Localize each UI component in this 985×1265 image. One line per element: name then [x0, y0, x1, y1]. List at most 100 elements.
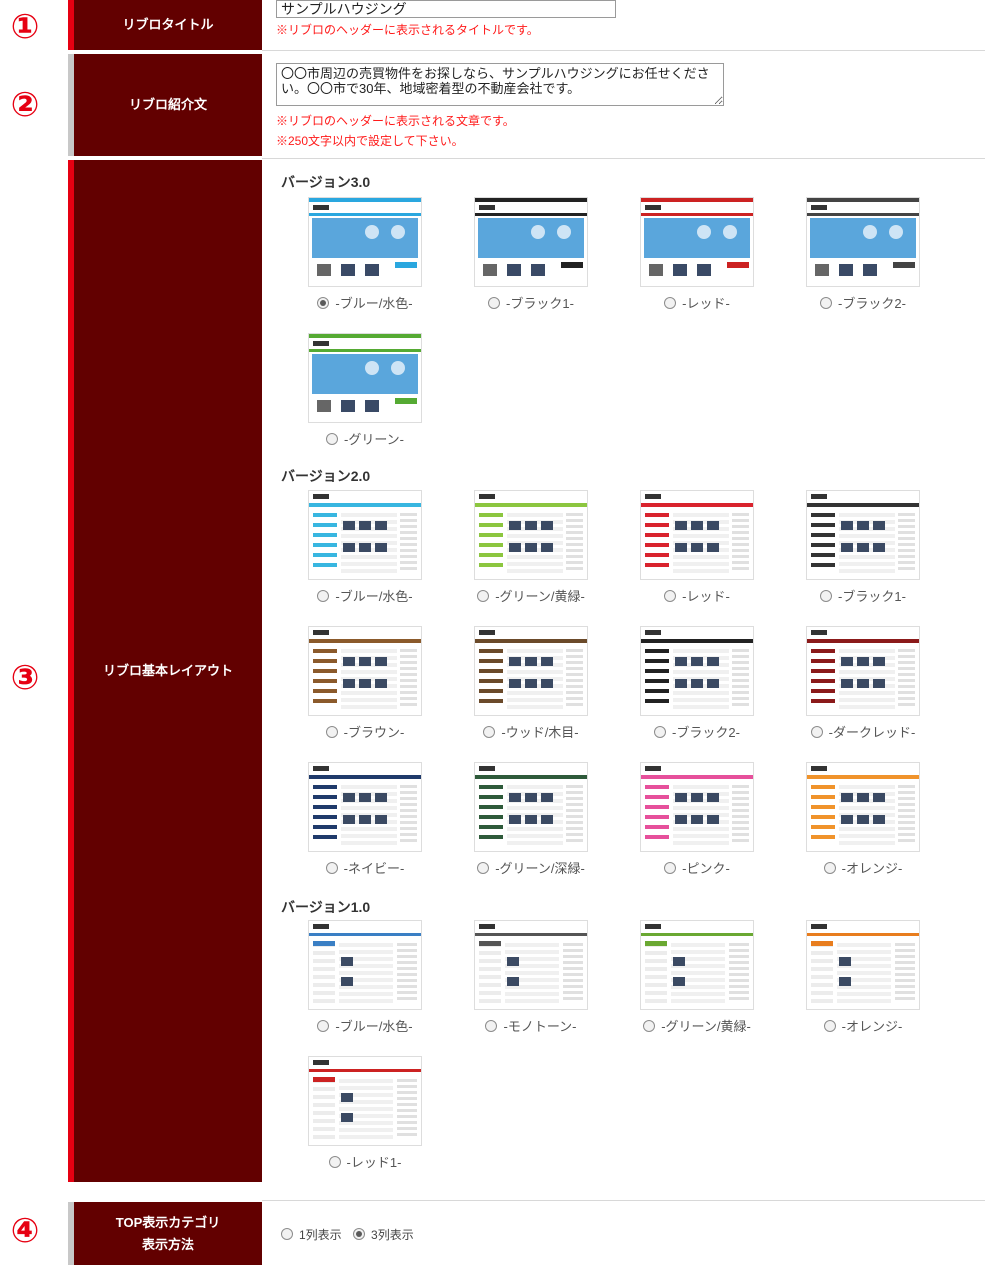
layout-option[interactable]: -ウッド/木目-	[456, 626, 606, 741]
layout-thumbnail[interactable]	[640, 920, 754, 1010]
row-number-1: ①	[10, 7, 40, 47]
layout-thumbnail[interactable]	[308, 197, 422, 287]
top-display-option-1[interactable]: 1列表示	[281, 1228, 345, 1242]
layout-option-label[interactable]: -ブラック2-	[788, 293, 938, 312]
layout-thumbnail[interactable]	[308, 626, 422, 716]
radio-icon[interactable]	[483, 726, 496, 738]
layout-thumbnail[interactable]	[806, 920, 920, 1010]
layout-option-label[interactable]: -ブラック1-	[788, 586, 938, 605]
layout-option[interactable]: -ブラック1-	[456, 197, 606, 312]
layout-option-label[interactable]: -ネイビー-	[290, 858, 440, 877]
layout-option[interactable]: -オレンジ-	[788, 920, 938, 1035]
layout-option-label[interactable]: -レッド1-	[290, 1152, 440, 1171]
radio-icon[interactable]	[485, 1020, 498, 1032]
layout-thumbnail[interactable]	[640, 762, 754, 852]
layout-option[interactable]: -レッド-	[622, 197, 772, 312]
layout-option-label[interactable]: -レッド-	[622, 586, 772, 605]
layout-option-label[interactable]: -グリーン/深緑-	[456, 858, 606, 877]
radio-icon[interactable]	[281, 1228, 293, 1240]
layout-option[interactable]: -ブラウン-	[290, 626, 440, 741]
layout-option-label[interactable]: -ブラック1-	[456, 293, 606, 312]
layout-thumbnail[interactable]	[474, 626, 588, 716]
radio-icon[interactable]	[823, 1020, 836, 1032]
layout-thumbnail[interactable]	[474, 762, 588, 852]
layout-option-label[interactable]: -レッド-	[622, 293, 772, 312]
layout-option[interactable]: -ブルー/水色-	[290, 197, 440, 312]
radio-icon[interactable]	[664, 590, 677, 602]
radio-icon[interactable]	[325, 862, 338, 874]
layout-thumbnail[interactable]	[640, 626, 754, 716]
layout-option-label[interactable]: -ブルー/水色-	[290, 293, 440, 312]
layout-thumbnail[interactable]	[474, 920, 588, 1010]
layout-thumbnail[interactable]	[806, 197, 920, 287]
radio-icon[interactable]	[664, 297, 677, 309]
layout-thumbnail[interactable]	[640, 197, 754, 287]
radio-icon[interactable]	[820, 297, 833, 309]
layout-option[interactable]: -ブラック1-	[788, 490, 938, 605]
layout-thumbnail[interactable]	[308, 490, 422, 580]
radio-icon[interactable]	[317, 590, 330, 602]
radio-icon[interactable]	[654, 726, 667, 738]
layout-option-label[interactable]: -ブラック2-	[622, 722, 772, 741]
layout-option[interactable]: -グリーン/深緑-	[456, 762, 606, 877]
radio-icon[interactable]	[477, 590, 490, 602]
layout-option[interactable]: -ブルー/水色-	[290, 490, 440, 605]
layout-option-text: -ウッド/木目-	[501, 725, 579, 740]
top-display-option-label: 1列表示	[299, 1228, 342, 1242]
layout-option[interactable]: -ブラック2-	[622, 626, 772, 741]
radio-icon[interactable]	[353, 1228, 366, 1240]
radio-icon[interactable]	[820, 590, 833, 602]
layout-option-label[interactable]: -オレンジ-	[788, 858, 938, 877]
layout-option-label[interactable]: -オレンジ-	[788, 1016, 938, 1035]
layout-option[interactable]: -ピンク-	[622, 762, 772, 877]
radio-icon[interactable]	[664, 862, 677, 874]
layout-thumbnail[interactable]	[308, 1056, 422, 1146]
layout-option[interactable]: -ブラック2-	[788, 197, 938, 312]
libro-intro-note-2: ※250文字以内で設定して下さい。	[276, 134, 464, 148]
layout-option-label[interactable]: -ブルー/水色-	[290, 1016, 440, 1035]
layout-option[interactable]: -オレンジ-	[788, 762, 938, 877]
label-libro-layout: リブロ基本レイアウト	[68, 160, 262, 1182]
layout-option-label[interactable]: -モノトーン-	[456, 1016, 606, 1035]
layout-thumbnail[interactable]	[474, 197, 588, 287]
layout-option-label[interactable]: -ブラウン-	[290, 722, 440, 741]
libro-title-input[interactable]	[276, 0, 616, 18]
layout-thumbnail[interactable]	[308, 920, 422, 1010]
layout-option[interactable]: -レッド-	[622, 490, 772, 605]
layout-option[interactable]: -レッド1-	[290, 1056, 440, 1171]
layout-option-label[interactable]: -ウッド/木目-	[456, 722, 606, 741]
layout-option[interactable]: -グリーン-	[290, 333, 440, 448]
layout-option-label[interactable]: -グリーン-	[290, 429, 440, 448]
radio-icon[interactable]	[810, 726, 823, 738]
radio-icon[interactable]	[823, 862, 836, 874]
radio-icon[interactable]	[643, 1020, 656, 1032]
layout-thumbnail[interactable]	[806, 490, 920, 580]
layout-thumbnail[interactable]	[474, 490, 588, 580]
layout-option-label[interactable]: -ダークレッド-	[788, 722, 938, 741]
top-display-option-3[interactable]: 3列表示	[353, 1228, 414, 1242]
radio-icon[interactable]	[488, 297, 501, 309]
layout-option[interactable]: -ネイビー-	[290, 762, 440, 877]
radio-icon[interactable]	[325, 433, 338, 445]
layout-option[interactable]: -ダークレッド-	[788, 626, 938, 741]
layout-option[interactable]: -グリーン/黄緑-	[456, 490, 606, 605]
radio-icon[interactable]	[317, 1020, 330, 1032]
layout-thumbnail[interactable]	[806, 626, 920, 716]
radio-icon[interactable]	[477, 862, 490, 874]
layout-thumbnail[interactable]	[308, 762, 422, 852]
layout-option-label[interactable]: -ピンク-	[622, 858, 772, 877]
row-number-4: ④	[10, 1211, 40, 1251]
radio-icon[interactable]	[325, 726, 338, 738]
layout-option-label[interactable]: -グリーン/黄緑-	[456, 586, 606, 605]
layout-option[interactable]: -ブルー/水色-	[290, 920, 440, 1035]
layout-option-label[interactable]: -グリーン/黄緑-	[622, 1016, 772, 1035]
libro-intro-textarea[interactable]: 〇〇市周辺の売買物件をお探しなら、サンプルハウジングにお任せください。〇〇市で3…	[276, 63, 724, 106]
radio-icon[interactable]	[328, 1156, 341, 1168]
layout-option-label[interactable]: -ブルー/水色-	[290, 586, 440, 605]
layout-option[interactable]: -モノトーン-	[456, 920, 606, 1035]
layout-option[interactable]: -グリーン/黄緑-	[622, 920, 772, 1035]
layout-thumbnail[interactable]	[806, 762, 920, 852]
layout-thumbnail[interactable]	[640, 490, 754, 580]
radio-icon[interactable]	[317, 297, 330, 309]
layout-thumbnail[interactable]	[308, 333, 422, 423]
